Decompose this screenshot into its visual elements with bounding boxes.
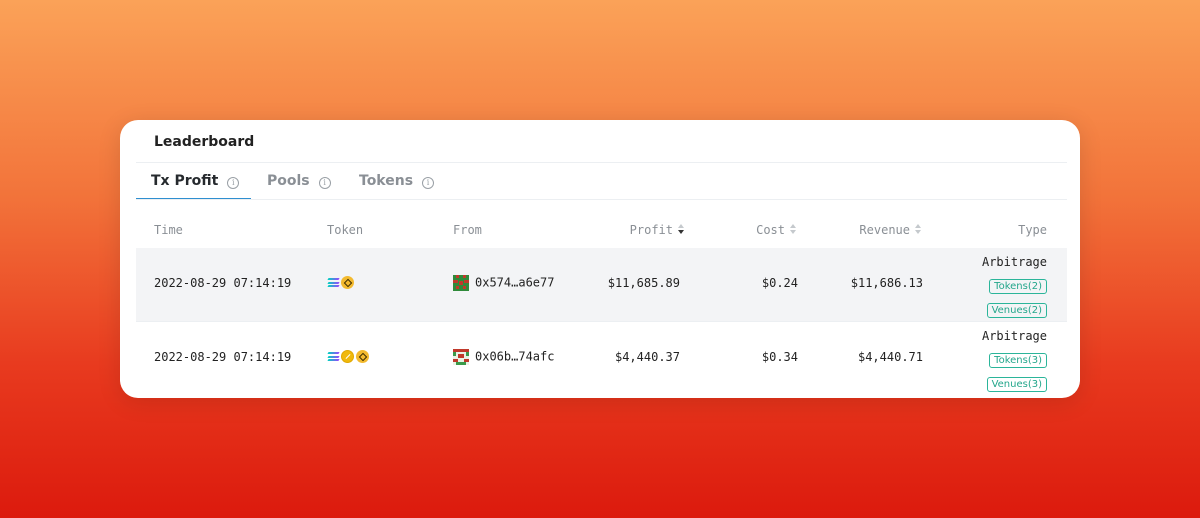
- column-header-profit[interactable]: Profit: [606, 212, 686, 248]
- sort-icon[interactable]: [790, 224, 798, 236]
- table-row[interactable]: 2022-08-29 07:14:19 0x574…a6e77 $11,685.…: [136, 248, 1067, 322]
- row-time: 2022-08-29 07:14:19: [154, 350, 292, 364]
- type-tags: Tokens(2): [947, 274, 1047, 294]
- row-time: 2022-08-29 07:14:19: [154, 276, 292, 290]
- row-revenue: $11,686.13: [850, 276, 923, 290]
- busd-icon[interactable]: [341, 350, 354, 363]
- row-tokens: [327, 275, 356, 289]
- tabs-divider: [136, 199, 1067, 200]
- tab-label: Tokens: [359, 173, 414, 189]
- row-cost: $0.34: [761, 350, 798, 364]
- tab-pools[interactable]: Pools i: [267, 163, 331, 200]
- info-icon[interactable]: i: [318, 177, 331, 189]
- tab-tokens[interactable]: Tokens i: [359, 163, 435, 200]
- column-header-time: Time: [154, 223, 183, 237]
- type-tags: Venues(3): [947, 372, 1047, 392]
- solana-icon[interactable]: [327, 278, 340, 287]
- row-profit: $4,440.37: [614, 350, 680, 364]
- card-title: Leaderboard: [154, 134, 255, 150]
- row-type: Arbitrage Tokens(3) Venues(3): [947, 329, 1047, 392]
- column-header-token: Token: [327, 223, 364, 237]
- address-link[interactable]: 0x06b…74afc: [475, 350, 554, 364]
- row-tokens: [327, 349, 371, 363]
- sort-icon[interactable]: [915, 224, 923, 236]
- address-avatar: [453, 275, 469, 291]
- leaderboard-card: Leaderboard Tx Profit i Pools i Tokens i Ti…: [120, 120, 1080, 398]
- type-label: Arbitrage: [981, 255, 1047, 269]
- row-cost: $0.24: [761, 276, 798, 290]
- info-icon[interactable]: i: [227, 177, 240, 189]
- type-tags: Venues(2): [947, 298, 1047, 318]
- tokens-tag[interactable]: Tokens(3): [989, 353, 1047, 368]
- info-icon[interactable]: i: [422, 177, 435, 189]
- type-label: Arbitrage: [981, 329, 1047, 343]
- bnb-icon[interactable]: [356, 350, 369, 363]
- column-header-revenue[interactable]: Revenue: [826, 212, 923, 248]
- column-header-cost[interactable]: Cost: [716, 212, 798, 248]
- venues-tag[interactable]: Venues(3): [986, 377, 1047, 392]
- column-header-from: From: [453, 223, 482, 237]
- tokens-tag[interactable]: Tokens(2): [989, 279, 1047, 294]
- type-tags: Tokens(3): [947, 348, 1047, 368]
- table-header: Time Token From Profit Cost Revenue Type: [136, 212, 1067, 248]
- sort-desc-icon[interactable]: [678, 224, 686, 236]
- bnb-icon[interactable]: [341, 276, 354, 289]
- solana-icon[interactable]: [327, 352, 340, 361]
- row-revenue: $4,440.71: [857, 350, 923, 364]
- column-header-type: Type: [1018, 223, 1047, 237]
- address-avatar: [453, 349, 469, 365]
- address-link[interactable]: 0x574…a6e77: [475, 276, 554, 290]
- tab-label: Pools: [267, 173, 310, 189]
- tab-tx-profit[interactable]: Tx Profit i: [151, 163, 240, 200]
- row-from[interactable]: 0x06b…74afc: [453, 349, 554, 365]
- row-type: Arbitrage Tokens(2) Venues(2): [947, 255, 1047, 318]
- tab-bar: Tx Profit i Pools i Tokens i: [136, 163, 1067, 200]
- column-header-label: Profit: [629, 223, 673, 237]
- row-from[interactable]: 0x574…a6e77: [453, 275, 554, 291]
- column-header-label: Revenue: [859, 223, 910, 237]
- table-row[interactable]: 2022-08-29 07:14:19 0x06b…74afc $4,440.3…: [136, 322, 1067, 396]
- tab-label: Tx Profit: [151, 173, 219, 189]
- column-header-label: Cost: [756, 223, 785, 237]
- venues-tag[interactable]: Venues(2): [986, 303, 1047, 318]
- row-profit: $11,685.89: [607, 276, 680, 290]
- leaderboard-panel: Leaderboard Tx Profit i Pools i Tokens i Ti…: [136, 120, 1067, 398]
